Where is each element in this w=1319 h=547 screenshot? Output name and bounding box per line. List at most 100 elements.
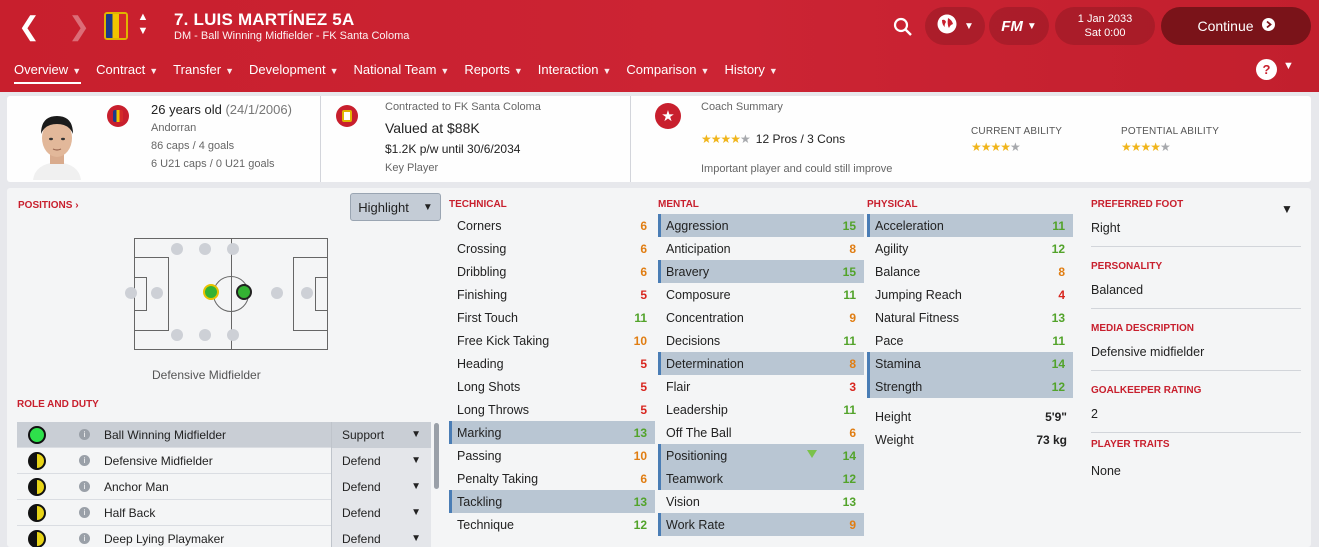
tab-development[interactable]: Development ▼ [249, 62, 339, 84]
preferred-foot-value: Right [1091, 221, 1121, 235]
attribute-row[interactable]: Agility 12 [867, 237, 1073, 260]
info-icon[interactable]: i [79, 533, 90, 544]
role-row[interactable]: i Half Back Defend ▼ [17, 499, 431, 526]
attribute-row[interactable]: Composure 11 [658, 283, 864, 306]
attribute-row[interactable]: Strength 12 [867, 375, 1073, 398]
back-arrow-icon[interactable]: ❮ [14, 10, 44, 42]
attribute-row[interactable]: Crossing 6 [449, 237, 655, 260]
attribute-row[interactable]: Off The Ball 6 [658, 421, 864, 444]
mental-header: MENTAL [658, 199, 699, 210]
position-dot [227, 243, 239, 255]
role-list-scrollbar[interactable] [434, 423, 439, 489]
attribute-row[interactable]: Determination 8 [658, 352, 864, 375]
player-switcher[interactable]: ▲ ▼ [135, 10, 151, 42]
attribute-row[interactable]: Aggression 15 [658, 214, 864, 237]
attribute-row[interactable]: First Touch 11 [449, 306, 655, 329]
duty-dropdown[interactable]: Defend ▼ [331, 525, 431, 547]
chevron-down-icon[interactable]: ▼ [1283, 60, 1294, 72]
attribute-row[interactable]: Balance 8 [867, 260, 1073, 283]
attribute-name: Strength [875, 379, 923, 394]
info-icon[interactable]: i [79, 507, 90, 518]
position-dot [227, 329, 239, 341]
fm-menu-button[interactable]: FM ▼ [989, 7, 1049, 45]
tab-label: National Team [353, 62, 437, 77]
tab-label: Reports [464, 62, 510, 77]
tab-national-team[interactable]: National Team ▼ [354, 62, 450, 84]
coach-note: Important player and could still improve [701, 163, 893, 175]
attribute-row[interactable]: Concentration 9 [658, 306, 864, 329]
positions-link[interactable]: POSITIONS › [18, 200, 79, 211]
date-display[interactable]: 1 Jan 2033 Sat 0:00 [1055, 7, 1155, 45]
attribute-name: Balance [875, 264, 921, 279]
attribute-name: Finishing [457, 287, 508, 302]
duty-dropdown[interactable]: Support ▼ [331, 421, 431, 448]
attribute-row[interactable]: Long Throws 5 [449, 398, 655, 421]
duty-dropdown[interactable]: Defend ▼ [331, 447, 431, 474]
attribute-row[interactable]: Teamwork 12 [658, 467, 864, 490]
attribute-row[interactable]: Penalty Taking 6 [449, 467, 655, 490]
tab-interaction[interactable]: Interaction ▼ [538, 62, 612, 84]
role-row[interactable]: i Deep Lying Playmaker Defend ▼ [17, 525, 431, 547]
attribute-row[interactable]: Decisions 11 [658, 329, 864, 352]
attribute-value: 12 [1051, 379, 1065, 394]
club-crest-icon[interactable] [104, 12, 128, 40]
tab-comparison[interactable]: Comparison ▼ [626, 62, 709, 84]
info-icon[interactable]: i [79, 455, 90, 466]
attribute-row[interactable]: Vision 13 [658, 490, 864, 513]
search-icon[interactable] [888, 13, 918, 41]
info-icon[interactable]: i [79, 481, 90, 492]
highlight-dropdown[interactable]: Highlight ▼ [350, 193, 441, 221]
attribute-name: Heading [457, 356, 504, 371]
attribute-row[interactable]: Corners 6 [449, 214, 655, 237]
attribute-row[interactable]: Anticipation 8 [658, 237, 864, 260]
attribute-row[interactable]: Technique 12 [449, 513, 655, 536]
attribute-row[interactable]: Bravery 15 [658, 260, 864, 283]
role-row[interactable]: i Anchor Man Defend ▼ [17, 473, 431, 500]
info-icon[interactable]: i [79, 429, 90, 440]
chevron-down-icon: ▼ [700, 66, 710, 76]
attribute-row[interactable]: Leadership 11 [658, 398, 864, 421]
attribute-row[interactable]: Jumping Reach 4 [867, 283, 1073, 306]
tab-overview[interactable]: Overview ▼ [14, 62, 82, 84]
position-dot [151, 287, 163, 299]
chevron-down-icon[interactable]: ▼ [138, 24, 149, 38]
role-row[interactable]: i Ball Winning Midfielder Support ▼ [17, 421, 431, 448]
attribute-row[interactable]: Work Rate 9 [658, 513, 864, 536]
attribute-row[interactable]: Pace 11 [867, 329, 1073, 352]
forward-arrow-icon[interactable]: ❯ [64, 10, 94, 42]
attribute-row[interactable]: Stamina 14 [867, 352, 1073, 375]
attribute-name: Flair [666, 379, 691, 394]
attribute-value: 11 [1052, 218, 1065, 233]
attribute-row[interactable]: Heading 5 [449, 352, 655, 375]
role-row[interactable]: i Defensive Midfielder Defend ▼ [17, 447, 431, 474]
attribute-row[interactable]: Tackling 13 [449, 490, 655, 513]
tab-transfer[interactable]: Transfer ▼ [173, 62, 234, 84]
world-menu-button[interactable]: ▼ [925, 7, 985, 45]
chevron-up-icon[interactable]: ▲ [138, 10, 149, 24]
physical-header: PHYSICAL [867, 199, 918, 210]
attribute-row[interactable]: Dribbling 6 [449, 260, 655, 283]
tab-history[interactable]: History ▼ [724, 62, 777, 84]
duty-dropdown[interactable]: Defend ▼ [331, 473, 431, 500]
continue-button[interactable]: Continue [1161, 7, 1311, 45]
attribute-row[interactable]: Free Kick Taking 10 [449, 329, 655, 352]
attribute-row[interactable]: Flair 3 [658, 375, 864, 398]
duty-label: Defend [342, 505, 381, 520]
position-dot [171, 243, 183, 255]
attribute-row[interactable]: Finishing 5 [449, 283, 655, 306]
star-badge-icon: ★ [655, 103, 681, 129]
help-icon[interactable]: ? [1256, 59, 1277, 80]
attribute-row[interactable]: Marking 13 [449, 421, 655, 444]
attribute-row[interactable]: Acceleration 11 [867, 214, 1073, 237]
wage-info: $1.2K p/w until 30/6/2034 [385, 142, 521, 156]
chevron-down-icon[interactable]: ▼ [1281, 202, 1293, 216]
tab-reports[interactable]: Reports ▼ [464, 62, 522, 84]
attribute-row[interactable]: Long Shots 5 [449, 375, 655, 398]
attribute-row[interactable]: Passing 10 [449, 444, 655, 467]
attribute-value: 10 [633, 333, 647, 348]
duty-dropdown[interactable]: Defend ▼ [331, 499, 431, 526]
attribute-row[interactable]: Natural Fitness 13 [867, 306, 1073, 329]
tab-contract[interactable]: Contract ▼ [96, 62, 158, 84]
attribute-row[interactable]: Positioning 14 [658, 444, 864, 467]
role-suitability-icon [28, 529, 46, 547]
